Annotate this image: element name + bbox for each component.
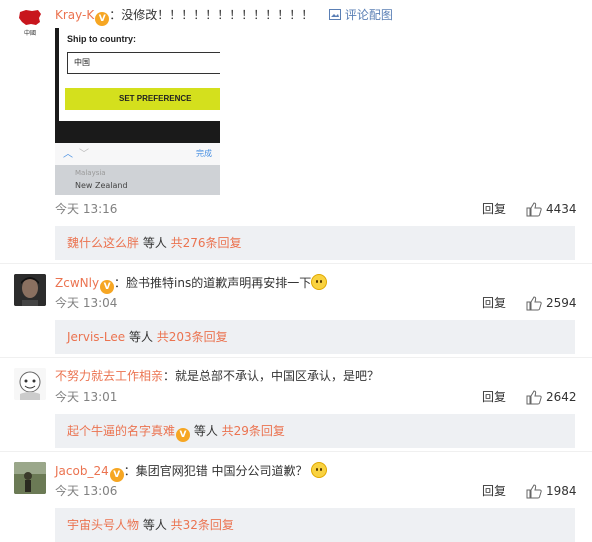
total-replies-link[interactable]: 共29条回复 <box>222 424 285 438</box>
comment-username[interactable]: Kray-K <box>55 8 94 22</box>
reply-button[interactable]: 回复 <box>482 201 506 217</box>
like-count: 2594 <box>546 296 577 310</box>
thumbs-up-icon <box>526 201 542 216</box>
comment-text: ：集团官网犯错 中国分公司道歉？ <box>123 464 308 478</box>
thumbs-up-icon <box>526 483 542 498</box>
reply-users[interactable]: 魏什么这么胖 <box>67 236 139 250</box>
comment-line: ZcwNly V ：脸书推特ins的道歉声明再安排一下 <box>55 274 328 294</box>
done-label: 完成 <box>196 149 212 158</box>
china-map-icon: 中國 <box>19 10 41 37</box>
replies-box[interactable]: 宇宙头号人物 等人 共32条回复 <box>55 508 575 542</box>
country-value: 中国 <box>74 58 90 67</box>
comment-text: ：脸书推特ins的道歉声明再安排一下 <box>114 276 312 290</box>
reply-users[interactable]: 宇宙头号人物 <box>67 518 139 532</box>
reply-mid-text: 等人 <box>125 330 157 344</box>
comment-line: Kray-K V ：没修改！！！！！！！！！！！！！ 评论配图 <box>55 7 393 26</box>
comment-username[interactable]: Jacob_24 <box>55 464 109 478</box>
like-button[interactable]: 4434 <box>526 201 577 217</box>
thinking-emoji-icon <box>311 274 328 290</box>
comment-username[interactable]: ZcwNly <box>55 276 99 290</box>
comment-line: 不努力就去工作相亲：就是总部不承认，中国区承认，是吧？ <box>55 368 379 384</box>
comment-time: 今天 13:01 <box>55 390 118 404</box>
comment-time: 今天 13:16 <box>55 202 118 216</box>
reply-mid-text: 等人 <box>139 518 171 532</box>
vip-badge-icon: V <box>109 468 124 482</box>
like-button[interactable]: 2594 <box>526 295 577 311</box>
cartoon-face-icon <box>14 368 46 400</box>
avatar[interactable] <box>14 462 46 494</box>
reply-mid-text: 等人 <box>190 424 222 438</box>
picker-option: New Zealand <box>75 181 128 190</box>
reply-users[interactable]: Jervis-Lee <box>67 330 125 344</box>
comment-text: ：就是总部不承认，中国区承认，是吧？ <box>163 369 380 383</box>
avatar-caption: 中國 <box>24 29 36 37</box>
divider <box>0 263 592 264</box>
chevron-down-icon: ﹀ <box>79 149 89 160</box>
replies-box[interactable]: 起个牛逼的名字真难 V 等人 共29条回复 <box>55 414 575 448</box>
like-count: 1984 <box>546 484 577 498</box>
reply-button[interactable]: 回复 <box>482 295 506 311</box>
vip-badge-icon: V <box>100 280 115 294</box>
reply-users[interactable]: 起个牛逼的名字真难 <box>67 424 175 438</box>
ship-to-label: Ship to country: <box>67 34 136 44</box>
replies-box[interactable]: Jervis-Lee 等人 共203条回复 <box>55 320 575 354</box>
person-photo-icon <box>14 274 46 306</box>
picker-toolbar: ︿ ﹀ 完成 <box>55 143 220 165</box>
total-replies-link[interactable]: 共203条回复 <box>157 330 228 344</box>
like-button[interactable]: 1984 <box>526 483 577 499</box>
comment-text: ：没修改！！！！！！！！！！！！！ <box>109 8 314 22</box>
divider <box>0 451 592 452</box>
reply-mid-text: 等人 <box>139 236 171 250</box>
total-replies-link[interactable]: 共276条回复 <box>171 236 242 250</box>
picker-wheel: Malaysia New Zealand <box>55 165 220 195</box>
total-replies-link[interactable]: 共32条回复 <box>171 518 234 532</box>
like-button[interactable]: 2642 <box>526 389 577 405</box>
vip-badge-icon: V <box>176 428 191 442</box>
avatar[interactable]: 中國 <box>14 6 46 38</box>
doge-emoji-icon <box>311 462 328 478</box>
chevron-up-icon: ︿ <box>63 149 73 160</box>
reply-button[interactable]: 回复 <box>482 483 506 499</box>
outdoor-photo-icon <box>14 462 46 494</box>
view-picture-link[interactable]: 评论配图 <box>329 8 393 22</box>
set-preference-button: SET PREFERENCE <box>65 88 220 110</box>
vip-badge-icon: V <box>95 12 110 26</box>
comment-username[interactable]: 不努力就去工作相亲 <box>55 369 163 383</box>
country-field: 中国 <box>67 52 220 74</box>
picker-option: Malaysia <box>75 169 106 177</box>
thumbs-up-icon <box>526 295 542 310</box>
comment-time: 今天 13:06 <box>55 484 118 498</box>
view-picture-label: 评论配图 <box>344 8 393 22</box>
divider <box>0 357 592 358</box>
like-count: 2642 <box>546 390 577 404</box>
picture-icon <box>329 9 342 20</box>
avatar[interactable] <box>14 368 46 400</box>
like-count: 4434 <box>546 202 577 216</box>
comment-time: 今天 13:04 <box>55 296 118 310</box>
avatar[interactable] <box>14 274 46 306</box>
image-panel: Ship to country: 中国 SET PREFERENCE <box>59 28 220 121</box>
set-preference-label: SET PREFERENCE <box>119 94 192 103</box>
replies-box[interactable]: 魏什么这么胖 等人 共276条回复 <box>55 226 575 260</box>
comment-image[interactable]: Ship to country: 中国 SET PREFERENCE ︿ ﹀ 完… <box>55 28 220 195</box>
thumbs-up-icon <box>526 389 542 404</box>
reply-button[interactable]: 回复 <box>482 389 506 405</box>
comment-line: Jacob_24 V ：集团官网犯错 中国分公司道歉？ <box>55 462 328 482</box>
